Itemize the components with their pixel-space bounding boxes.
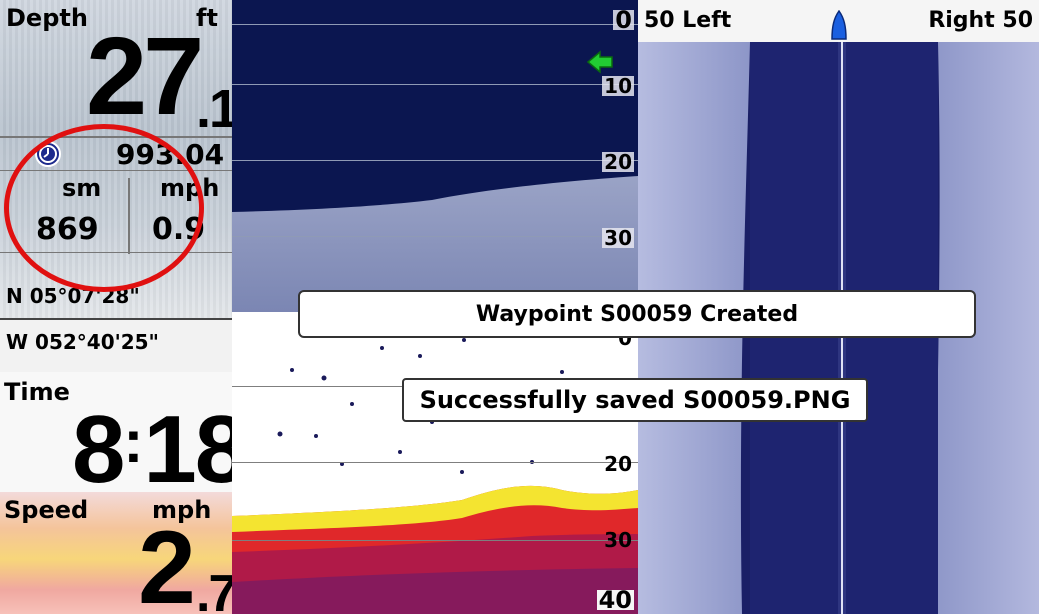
depth-tick-0: 0 [613,6,634,34]
speed-panel: Speed mph 2 .7 [0,492,232,614]
data-column: Depth ft 27 .1 993.04 sm mph 869 0.9 N 0… [0,0,232,614]
depth-decimal: .1 [196,79,232,139]
depth-tick-30-bottom: 30 [604,528,632,552]
boat-cursor-icon [831,10,847,40]
time-value: 8:18 [72,396,232,493]
arrow-left-icon [586,50,613,74]
depth-tick-20-bottom: 20 [604,452,632,476]
screenshot-saved-popup: Successfully saved S00059.PNG [402,378,868,422]
depth-value: 27 [86,15,204,138]
highlight-circle [4,124,204,292]
time-panel: Time 8:18 [0,372,232,492]
depth-tick-30: 30 [602,226,634,250]
depth-tick-20: 20 [602,150,634,174]
range-right-label: Right 50 [928,8,1033,33]
depth-tick-40-bottom: 40 [596,586,634,614]
longitude-value: W 052°40'25" [6,330,159,354]
time-label: Time [4,378,70,406]
depth-tick-10: 10 [602,74,634,98]
coordinates-panel: W 052°40'25" [0,320,232,372]
speed-decimal: .7 [196,565,232,614]
sonar-2d-view[interactable]: 0 10 20 30 40 [232,0,638,312]
speed-label: Speed [4,496,89,524]
speed-value: 2 [138,510,196,614]
range-left-label: 50 Left [644,8,732,33]
depth-label: Depth [6,4,88,32]
sonar-color-view[interactable]: 0 20 30 40 [232,312,638,614]
waypoint-created-popup: Waypoint S00059 Created [298,290,976,338]
side-imaging-header: 50 Left Right 50 [638,0,1039,42]
